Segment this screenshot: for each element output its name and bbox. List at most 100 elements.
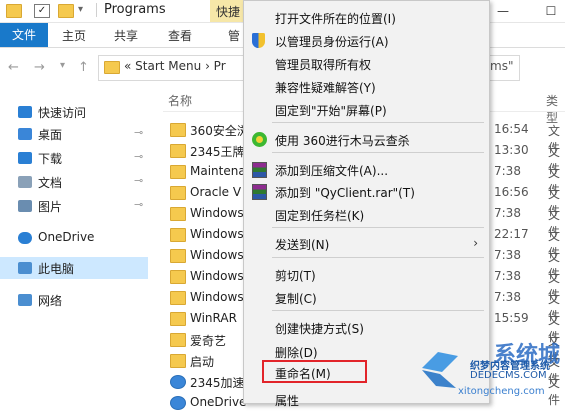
winrar-icon [252,162,267,178]
file-name: Maintena [190,164,246,178]
file-modified-time: 7:38 [494,164,521,178]
menu-item-label: 兼容性疑难解答(Y) [275,81,376,95]
menu-item-label: 复制(C) [275,292,317,306]
shield-icon [252,33,265,48]
file-modified-time: 15:59 [494,311,529,325]
sidebar-item-label: 文档 [38,176,63,190]
path-prefix: « [124,59,132,73]
menu-separator [272,227,484,228]
sidebar-item-2[interactable]: 下载 ⊸ [0,147,148,169]
watermark-line-3: xitongcheng.com [458,386,545,397]
file-name: 启动 [190,355,215,369]
file-name: WinRAR [190,311,237,325]
sidebar-item-label: OneDrive [38,230,95,244]
menu-item-11[interactable]: 复制(C) [243,287,488,309]
tab-share[interactable]: 共享 [114,27,138,44]
cloud-icon [18,232,32,244]
shortcut-icon [170,396,186,410]
file-name: OneDrive [190,395,247,409]
tab-home[interactable]: 主页 [62,27,86,44]
network-icon [18,294,32,306]
pin-icon: ⊸ [134,126,144,139]
folder-icon [170,186,186,200]
check-glyph: ✓ [37,5,47,16]
file-name: 爱奇艺 [190,334,227,348]
sidebar-item-3[interactable]: 文档 ⊸ [0,171,148,193]
file-modified-time: 13:30 [494,143,529,157]
path-text: Start Menu › Pr [135,59,226,73]
sidebar-item-5[interactable]: OneDrive [0,227,148,249]
file-name: Windows [190,290,244,304]
search-box-text[interactable]: ms" [490,59,513,73]
menu-item-8[interactable]: 固定到任务栏(K) [243,204,488,226]
menu-item-10[interactable]: 剪切(T) [243,264,488,286]
address-path[interactable]: « Start Menu › Pr [124,59,226,73]
forward-button[interactable]: → [34,60,45,75]
column-header-name[interactable]: 名称 [168,92,192,109]
menu-item-label: 固定到任务栏(K) [275,209,365,223]
folder-icon [6,4,22,18]
download-icon [18,152,32,164]
file-name: 2345加速 [190,376,245,390]
file-modified-time: 16:56 [494,185,529,199]
sidebar-item-label: 下载 [38,152,63,166]
file-modified-time: 7:38 [494,206,521,220]
menu-item-6[interactable]: 添加到压缩文件(A)... [243,159,488,181]
folder-icon [170,270,186,284]
menu-item-2[interactable]: 管理员取得所有权 [243,53,488,75]
pin-icon: ⊸ [134,150,144,163]
recent-chevron-icon[interactable]: ▾ [60,60,65,71]
file-name: Windows [190,269,244,283]
360-icon [252,132,267,147]
file-modified-time: 22:17 [494,227,529,241]
sidebar-item-7[interactable]: 网络 [0,289,148,311]
menu-item-9[interactable]: 发送到(N) › [243,233,488,255]
menu-item-3[interactable]: 兼容性疑难解答(Y) [243,76,488,98]
file-name: Oracle V [190,185,242,199]
maximize-button[interactable]: ☐ [538,0,564,22]
file-modified-time: 7:38 [494,269,521,283]
sidebar-item-4[interactable]: 图片 ⊸ [0,195,148,217]
titlebar-divider [96,3,97,17]
sidebar-item-0[interactable]: 快速访问 [0,101,148,123]
menu-item-label: 打开文件所在的位置(I) [275,12,396,26]
menu-item-0[interactable]: 打开文件所在的位置(I) [243,7,488,29]
sidebar-item-label: 桌面 [38,128,63,142]
folder-icon [170,333,186,347]
back-button[interactable]: ← [8,60,19,75]
menu-item-label: 使用 360进行木马云查杀 [275,134,410,148]
pin-icon: ⊸ [134,174,144,187]
menu-item-12[interactable]: 创建快捷方式(S) [243,317,488,339]
folder-icon [170,354,186,368]
chevron-down-icon[interactable]: ▾ [78,4,83,15]
sidebar-item-label: 图片 [38,200,63,214]
sidebar-item-label: 此电脑 [38,262,75,276]
tab-view[interactable]: 查看 [168,27,192,44]
properties-check-icon[interactable]: ✓ [34,4,50,18]
new-folder-icon[interactable] [58,4,74,18]
menu-item-label: 添加到压缩文件(A)... [275,164,389,178]
menu-item-15[interactable]: 属性 [243,389,488,411]
menu-item-1[interactable]: 以管理员身份运行(A) [243,30,488,52]
menu-item-5[interactable]: 使用 360进行木马云查杀 [243,129,488,151]
file-modified-time: 16:54 [494,122,529,136]
window-title: Programs [104,2,166,17]
shortcut-tools-label: 快捷 [216,5,241,19]
menu-item-7[interactable]: 添加到 "QyClient.rar"(T) [243,181,488,203]
menu-item-4[interactable]: 固定到"开始"屏幕(P) [243,99,488,121]
star-icon [18,106,32,118]
menu-item-label: 以管理员身份运行(A) [275,35,389,49]
up-button[interactable]: ↑ [78,60,89,75]
minimize-button[interactable]: — [490,0,516,22]
file-modified-time: 7:38 [494,248,521,262]
tab-file[interactable]: 文件 [0,23,48,47]
menu-separator [272,152,484,153]
sidebar-item-label: 网络 [38,294,63,308]
sidebar-item-1[interactable]: 桌面 ⊸ [0,123,148,145]
sidebar-item-6[interactable]: 此电脑 [0,257,148,279]
folder-icon [170,312,186,326]
submenu-arrow-icon: › [473,236,478,250]
folder-icon [170,228,186,242]
tab-manage[interactable]: 管 [228,27,240,44]
pin-icon: ⊸ [134,198,144,211]
